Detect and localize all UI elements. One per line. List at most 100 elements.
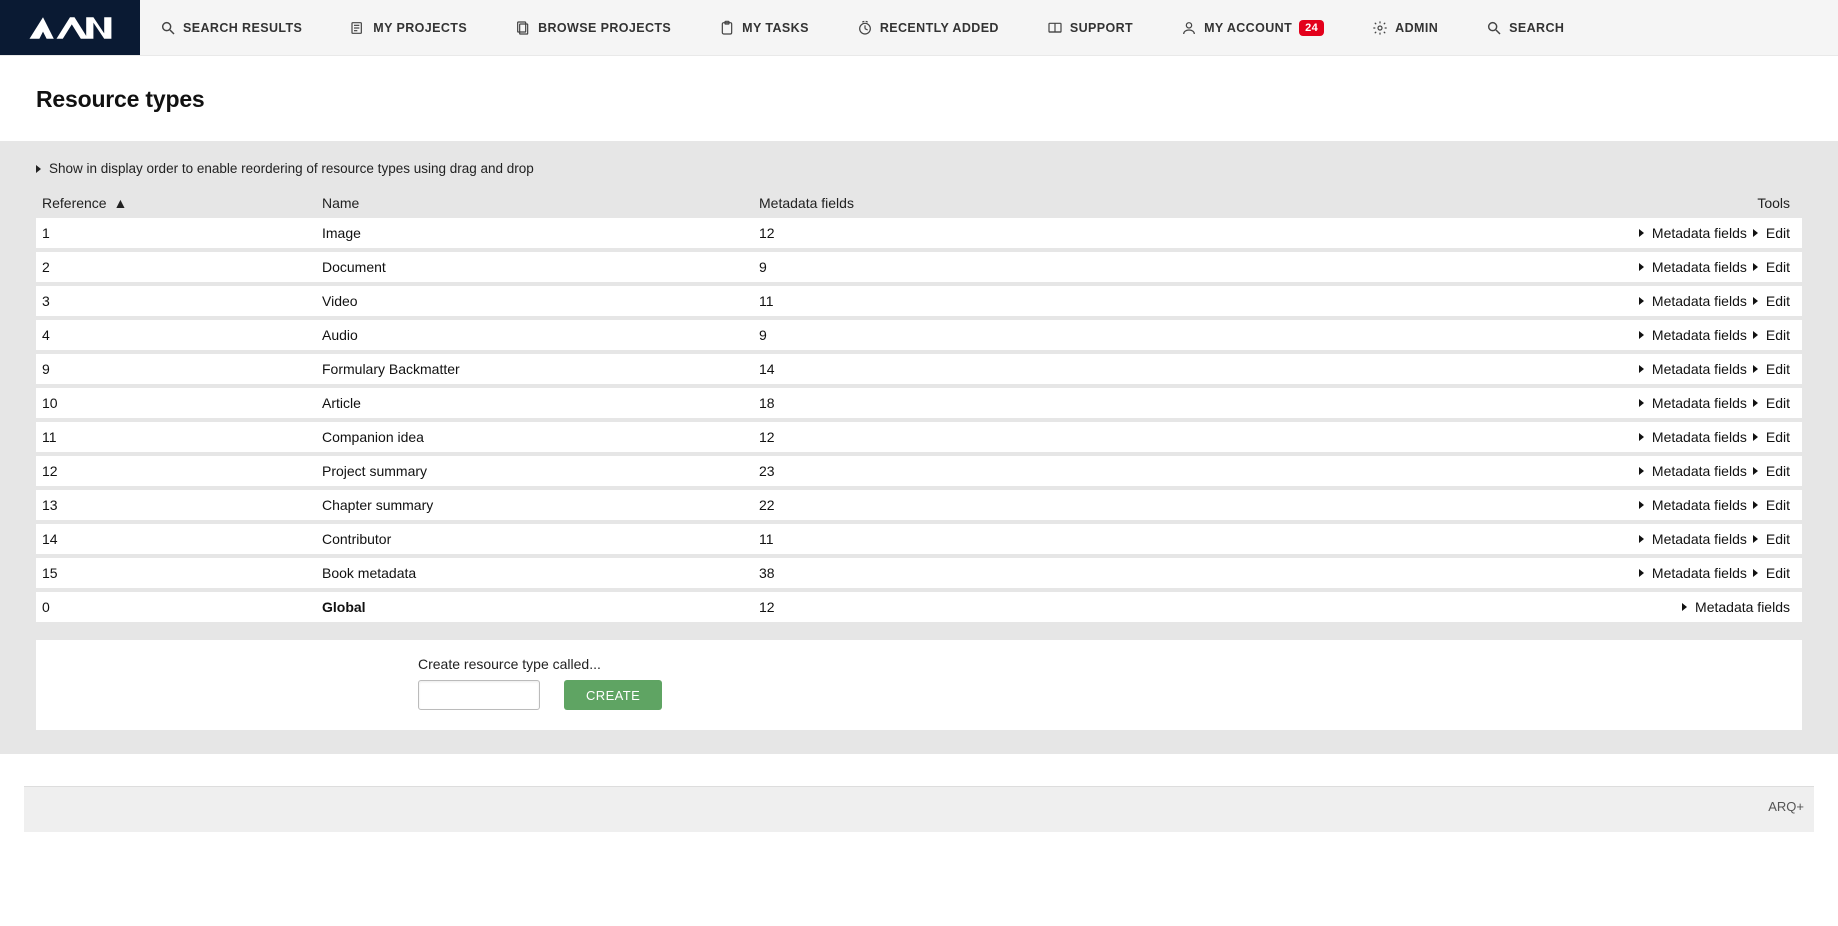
table-row: 15Book metadata38Metadata fieldsEdit — [36, 558, 1802, 588]
logo[interactable] — [0, 0, 140, 55]
edit-link[interactable]: Edit — [1753, 395, 1790, 411]
search-icon — [160, 20, 176, 36]
table-row: 0Global12Metadata fields — [36, 592, 1802, 622]
create-name-input[interactable] — [418, 680, 540, 710]
cell-metadata-count: 14 — [759, 361, 1379, 377]
table-row: 2Document9Metadata fieldsEdit — [36, 252, 1802, 282]
sort-asc-icon: ▲ — [113, 195, 127, 211]
metadata-fields-link[interactable]: Metadata fields — [1639, 395, 1747, 411]
edit-link[interactable]: Edit — [1753, 225, 1790, 241]
metadata-fields-link[interactable]: Metadata fields — [1639, 327, 1747, 343]
cell-metadata-count: 12 — [759, 429, 1379, 445]
tasks-icon — [719, 20, 735, 36]
footer-text: ARQ+ — [1768, 799, 1804, 814]
caret-right-icon — [1753, 501, 1758, 509]
page-title: Resource types — [36, 86, 1802, 113]
reorder-hint-text: Show in display order to enable reorderi… — [49, 161, 534, 176]
nav-search[interactable]: SEARCH — [1486, 20, 1564, 36]
nav-support[interactable]: SUPPORT — [1047, 20, 1133, 36]
nav-label: MY TASKS — [742, 21, 809, 35]
nav-label: SUPPORT — [1070, 21, 1133, 35]
metadata-fields-link[interactable]: Metadata fields — [1682, 599, 1790, 615]
cell-reference: 10 — [42, 395, 322, 411]
metadata-fields-link[interactable]: Metadata fields — [1639, 497, 1747, 513]
nav-my-tasks[interactable]: MY TASKS — [719, 20, 809, 36]
caret-right-icon — [1753, 399, 1758, 407]
metadata-fields-link[interactable]: Metadata fields — [1639, 565, 1747, 581]
nav-admin[interactable]: ADMIN — [1372, 20, 1438, 36]
edit-link[interactable]: Edit — [1753, 531, 1790, 547]
caret-right-icon — [1639, 229, 1644, 237]
caret-right-icon — [1753, 365, 1758, 373]
reorder-hint[interactable]: Show in display order to enable reorderi… — [36, 159, 1802, 188]
cell-reference: 14 — [42, 531, 322, 547]
nav-my-projects[interactable]: MY PROJECTS — [350, 20, 467, 36]
cell-tools: Metadata fields Edit — [1379, 565, 1796, 581]
cell-tools: Metadata fields Edit — [1379, 259, 1796, 275]
projects-icon — [350, 20, 366, 36]
nav-label: MY PROJECTS — [373, 21, 467, 35]
nav-label: SEARCH RESULTS — [183, 21, 302, 35]
cell-name: Article — [322, 395, 759, 411]
page-header: Resource types — [0, 56, 1838, 141]
caret-right-icon — [1639, 569, 1644, 577]
edit-link[interactable]: Edit — [1753, 497, 1790, 513]
support-icon — [1047, 20, 1063, 36]
caret-right-icon — [1753, 331, 1758, 339]
table-row: 12Project summary23Metadata fieldsEdit — [36, 456, 1802, 486]
clock-icon — [857, 20, 873, 36]
metadata-fields-link[interactable]: Metadata fields — [1639, 259, 1747, 275]
cell-name: Companion idea — [322, 429, 759, 445]
cell-metadata-count: 9 — [759, 327, 1379, 343]
metadata-fields-link[interactable]: Metadata fields — [1639, 361, 1747, 377]
edit-link[interactable]: Edit — [1753, 327, 1790, 343]
table-header: Reference ▲ Name Metadata fields Tools — [36, 188, 1802, 218]
edit-link[interactable]: Edit — [1753, 259, 1790, 275]
caret-right-icon — [1639, 263, 1644, 271]
create-label: Create resource type called... — [418, 656, 662, 672]
nav-label: ADMIN — [1395, 21, 1438, 35]
cell-tools: Metadata fields Edit — [1379, 225, 1796, 241]
caret-right-icon — [1682, 603, 1687, 611]
nav-label: SEARCH — [1509, 21, 1564, 35]
edit-link[interactable]: Edit — [1753, 565, 1790, 581]
notification-badge: 24 — [1299, 20, 1324, 36]
cell-tools: Metadata fields Edit — [1379, 293, 1796, 309]
metadata-fields-link[interactable]: Metadata fields — [1639, 531, 1747, 547]
col-reference[interactable]: Reference ▲ — [42, 195, 322, 211]
cell-reference: 2 — [42, 259, 322, 275]
nav-search-results[interactable]: SEARCH RESULTS — [160, 20, 302, 36]
caret-right-icon — [1639, 535, 1644, 543]
top-nav: SEARCH RESULTS MY PROJECTS BROWSE PROJECTS… — [0, 0, 1838, 56]
edit-link[interactable]: Edit — [1753, 429, 1790, 445]
caret-right-icon — [1639, 365, 1644, 373]
metadata-fields-link[interactable]: Metadata fields — [1639, 463, 1747, 479]
footer: ARQ+ — [24, 786, 1814, 832]
create-box: Create resource type called... CREATE — [36, 640, 1802, 730]
edit-link[interactable]: Edit — [1753, 463, 1790, 479]
cell-tools: Metadata fields Edit — [1379, 463, 1796, 479]
col-metadata[interactable]: Metadata fields — [759, 195, 1379, 211]
caret-right-icon — [1639, 501, 1644, 509]
nav-recently-added[interactable]: RECENTLY ADDED — [857, 20, 999, 36]
cell-reference: 11 — [42, 429, 322, 445]
col-name[interactable]: Name — [322, 195, 759, 211]
edit-link[interactable]: Edit — [1753, 361, 1790, 377]
metadata-fields-link[interactable]: Metadata fields — [1639, 429, 1747, 445]
cell-reference: 1 — [42, 225, 322, 241]
cell-metadata-count: 12 — [759, 599, 1379, 615]
nav-my-account[interactable]: MY ACCOUNT 24 — [1181, 20, 1324, 36]
cell-name: Image — [322, 225, 759, 241]
create-button[interactable]: CREATE — [564, 680, 662, 710]
user-icon — [1181, 20, 1197, 36]
edit-link[interactable]: Edit — [1753, 293, 1790, 309]
caret-right-icon — [1639, 297, 1644, 305]
cell-name: Chapter summary — [322, 497, 759, 513]
nav-browse-projects[interactable]: BROWSE PROJECTS — [515, 20, 671, 36]
metadata-fields-link[interactable]: Metadata fields — [1639, 225, 1747, 241]
nav-label: BROWSE PROJECTS — [538, 21, 671, 35]
cell-reference: 3 — [42, 293, 322, 309]
metadata-fields-link[interactable]: Metadata fields — [1639, 293, 1747, 309]
resource-types-table: Reference ▲ Name Metadata fields Tools 1… — [36, 188, 1802, 622]
nav-label: MY ACCOUNT — [1204, 21, 1292, 35]
